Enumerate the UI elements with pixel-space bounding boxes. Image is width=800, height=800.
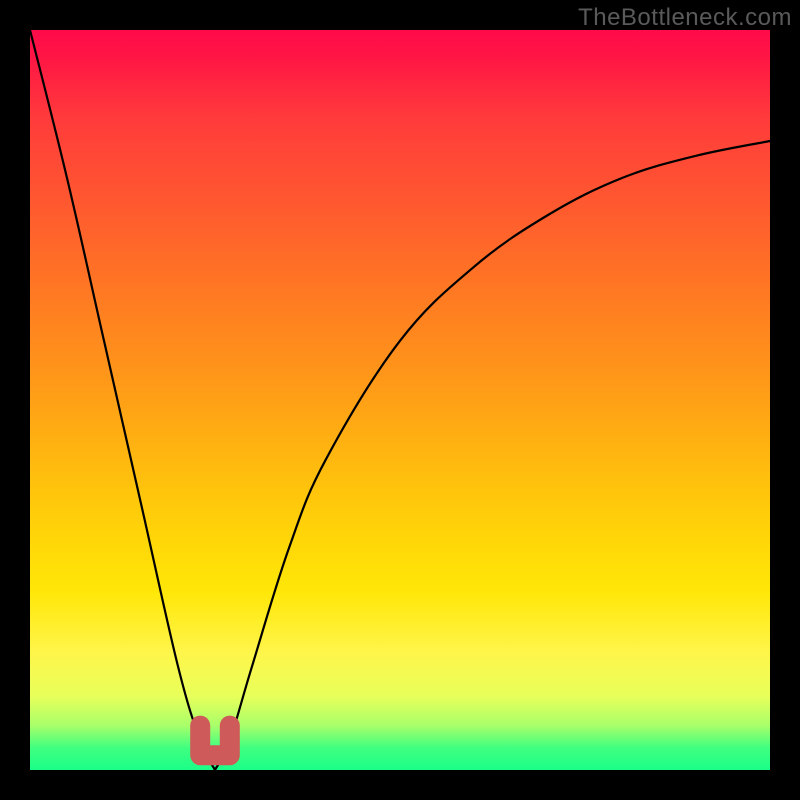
minimum-marker <box>200 726 230 756</box>
bottleneck-curve <box>30 30 770 770</box>
chart-canvas: TheBottleneck.com <box>0 0 800 800</box>
watermark-text: TheBottleneck.com <box>578 4 792 32</box>
plot-area <box>30 30 770 770</box>
curve-layer <box>30 30 770 770</box>
